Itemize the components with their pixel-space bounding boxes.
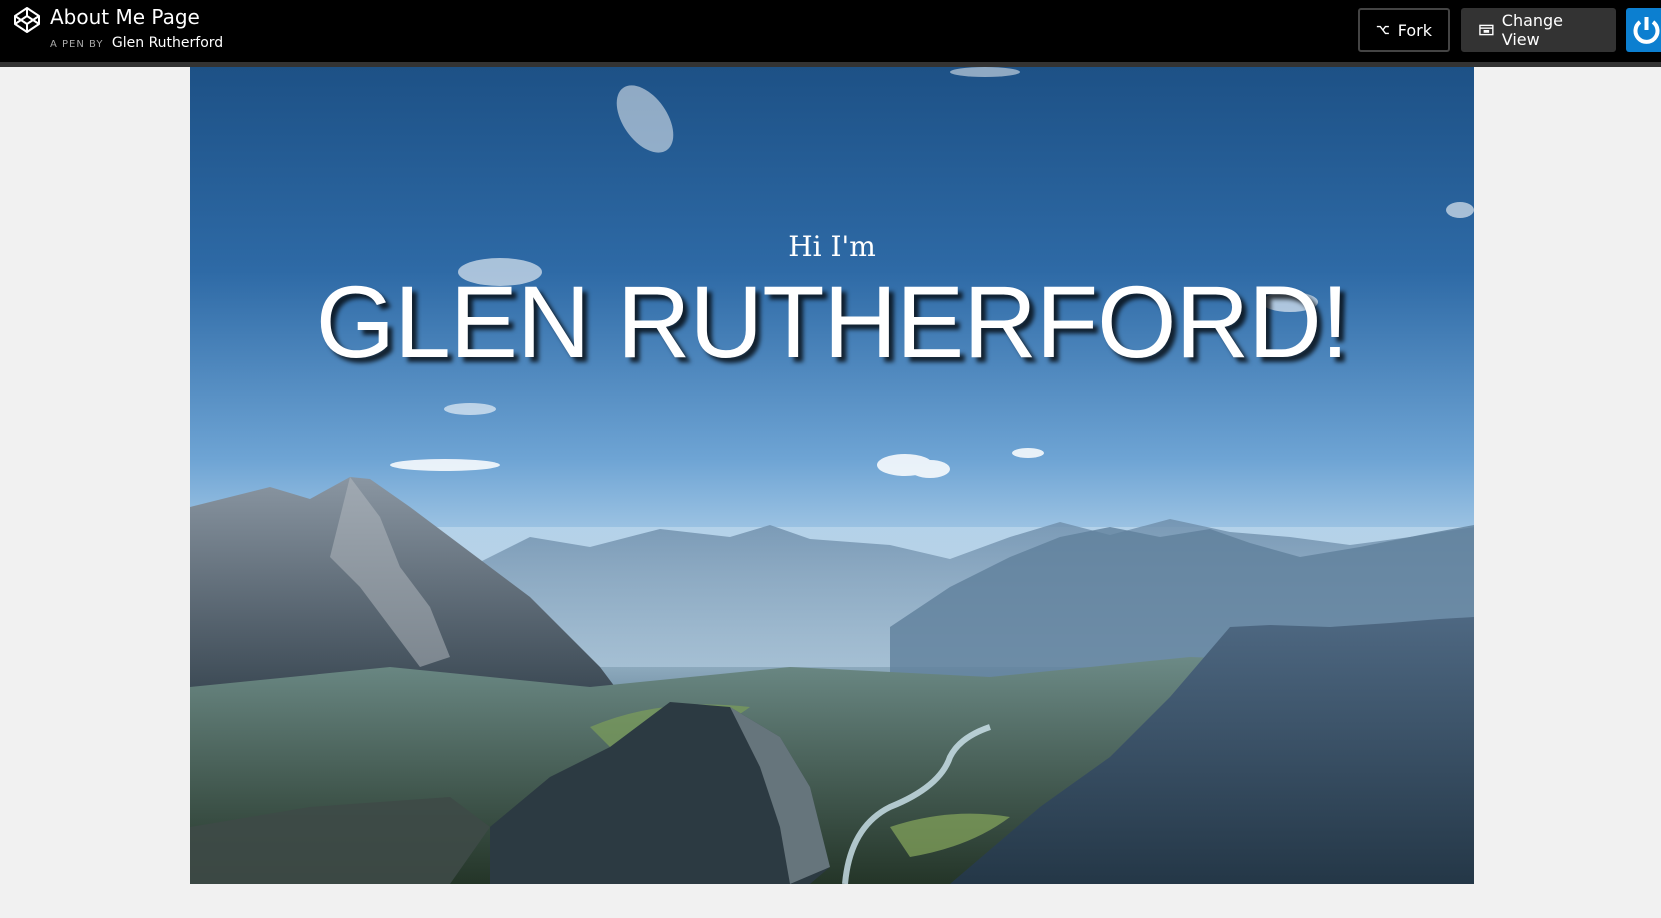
pen-title[interactable]: About Me Page [50,4,200,30]
codepen-logo-icon[interactable] [13,6,41,34]
power-icon [1633,17,1660,44]
change-view-label: Change View [1501,11,1564,49]
power-button[interactable] [1626,8,1661,52]
hero-greeting: Hi I'm [788,230,876,263]
window-icon [1479,24,1494,36]
hero-banner: Hi I'm GLEN RUTHERFORD! [190,67,1474,884]
mountain-landscape-image [190,67,1474,884]
codepen-header: About Me Page A PEN BY Glen Rutherford F… [0,0,1661,67]
pen-author-line: A PEN BY Glen Rutherford [50,34,223,54]
hero-name: GLEN RUTHERFORD! [315,265,1349,379]
author-link[interactable]: Glen Rutherford [112,35,223,51]
fork-icon [1376,25,1389,35]
pen-by-prefix: A PEN BY [50,39,104,50]
fork-button[interactable]: Fork [1358,8,1450,52]
fork-label: Fork [1397,20,1432,40]
change-view-button[interactable]: Change View [1461,8,1616,52]
